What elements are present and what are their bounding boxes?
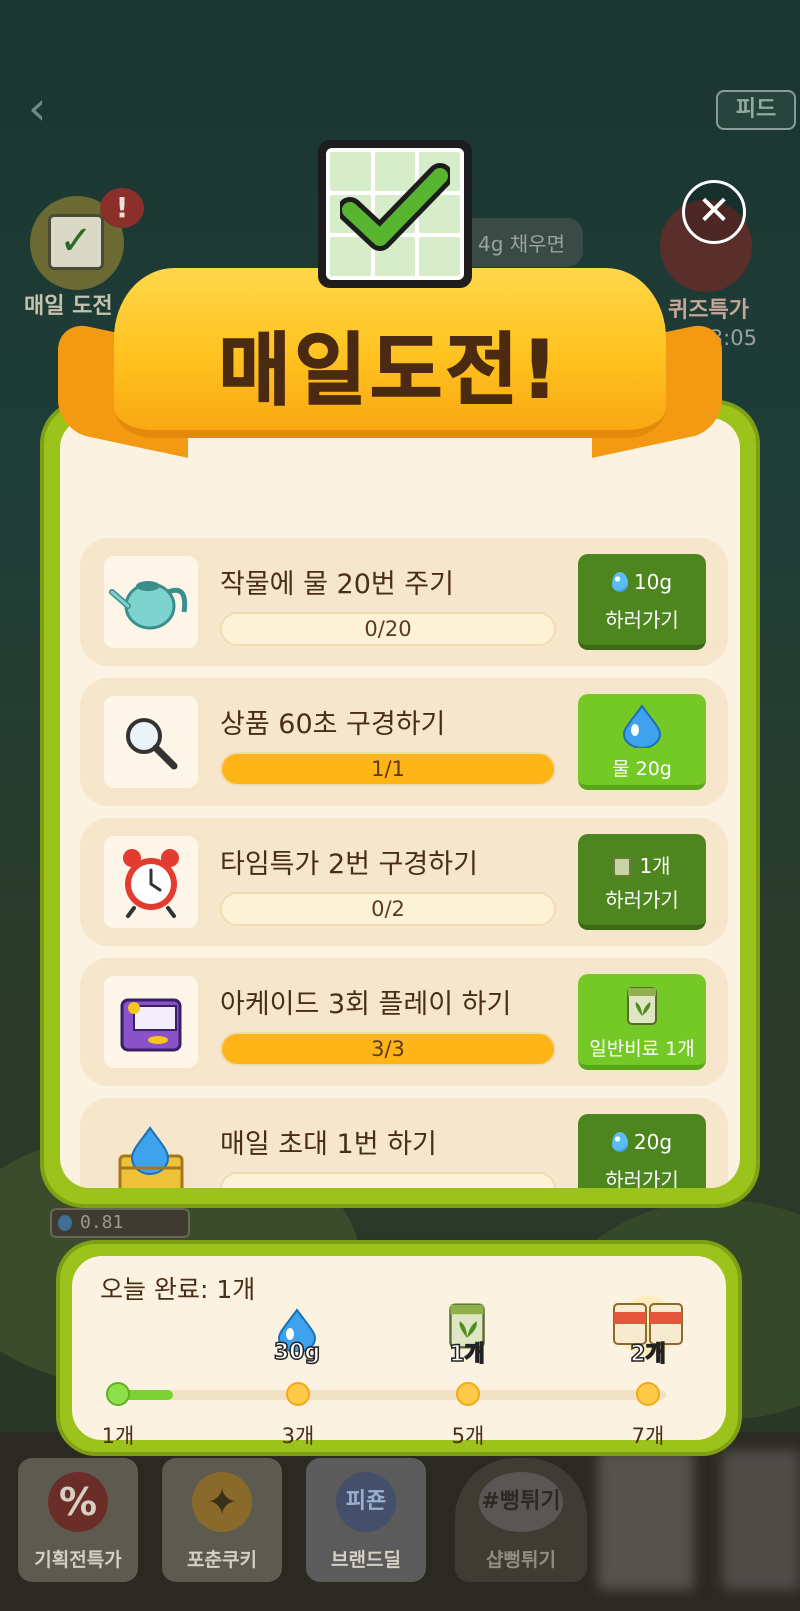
task-progress-bar — [220, 1172, 556, 1188]
tab-label: 브랜드딜 — [331, 1549, 401, 1571]
water-drop-icon — [622, 704, 662, 748]
tab-label: 포춘쿠키 — [187, 1549, 257, 1571]
daily-progress-panel: 오늘 완료: 1개 30g 1개 2개 1개 3개 5개 7개 — [56, 1240, 742, 1456]
fertilizer-bag-icon — [613, 857, 632, 877]
task-progress-bar: 0/2 — [220, 892, 556, 926]
task-title: 매일 초대 1번 하기 — [220, 1129, 437, 1160]
check-mark-icon — [340, 163, 450, 251]
brand-logo-icon: 피죤 — [336, 1472, 396, 1532]
milestone-node — [286, 1382, 310, 1406]
task-row: 아케이드 3회 플레이 하기 3/3 일반비료 1개 — [80, 958, 728, 1086]
go-button[interactable]: 1개 하러가기 — [578, 834, 706, 930]
tab-fortune-cookie[interactable]: ✦ 포춘쿠키 — [162, 1458, 282, 1582]
progress-text: 0/2 — [371, 897, 405, 921]
progress-text: 1/1 — [371, 757, 405, 781]
progress-track — [118, 1390, 666, 1400]
milestone-reward: 1개 — [448, 1341, 485, 1368]
tab-brand-deal[interactable]: 피죤 브랜드딜 — [306, 1458, 426, 1582]
premium-fertilizer-reward-icon: 2개 — [598, 1296, 698, 1372]
task-title: 작물에 물 20번 주기 — [220, 569, 454, 600]
tab-special-exhibition[interactable]: % 기획전특가 — [18, 1458, 138, 1582]
popping-logo-icon: #뻥튀기 — [479, 1472, 563, 1532]
task-title: 상품 60초 구경하기 — [220, 709, 446, 740]
task-row: 작물에 물 20번 주기 0/20 10g 하러가기 — [80, 538, 728, 666]
task-title: 타임특가 2번 구경하기 — [220, 849, 478, 880]
task-progress-bar: 0/20 — [220, 612, 556, 646]
reward-label: 물 20g — [612, 758, 672, 780]
reward-amount-text: 1개 — [639, 854, 671, 878]
modal-title: 매일도전! — [218, 325, 562, 417]
fertilizer-bag-icon — [627, 987, 657, 1025]
task-title: 아케이드 3회 플레이 하기 — [220, 989, 512, 1020]
progress-text: 3/3 — [371, 1037, 405, 1061]
water-balance: 0.81 — [50, 1208, 190, 1238]
task-row: 매일 초대 1번 하기 20g 하러가기 — [80, 1098, 728, 1188]
claim-reward-button[interactable]: 물 20g — [578, 694, 706, 790]
reward-amount: 1개 — [578, 850, 706, 879]
milestone-label: 7개 — [631, 1424, 665, 1448]
blurred-tab — [722, 1450, 800, 1590]
banner-body: 매일도전! — [114, 268, 666, 438]
completed-count: 오늘 완료: 1개 — [100, 1275, 256, 1304]
milestone-label: 5개 — [451, 1424, 485, 1448]
blurred-tab — [598, 1450, 694, 1590]
watering-can-icon — [104, 556, 198, 648]
panel-content: 작물에 물 20번 주기 0/20 10g 하러가기 상품 60초 구경하기 1… — [60, 418, 740, 1188]
back-arrow-icon[interactable]: ‹ — [28, 85, 58, 131]
arcade-machine-icon — [104, 976, 198, 1068]
task-row: 상품 60초 구경하기 1/1 물 20g — [80, 678, 728, 806]
milestone-node — [106, 1382, 130, 1406]
reward-label: 일반비료 1개 — [589, 1038, 695, 1060]
alert-badge-icon: ! — [100, 188, 144, 228]
percent-icon: % — [48, 1472, 108, 1532]
claim-reward-button[interactable]: 일반비료 1개 — [578, 974, 706, 1070]
treasure-chest-icon — [104, 1116, 198, 1188]
water-drop-icon — [611, 572, 628, 592]
reward-amount-text: 10g — [633, 570, 673, 594]
title-banner: 매일도전! — [58, 254, 722, 484]
alarm-clock-icon — [104, 836, 198, 928]
daily-progress-content: 오늘 완료: 1개 30g 1개 2개 1개 3개 5개 7개 — [72, 1256, 726, 1448]
reward-amount: 20g — [578, 1130, 706, 1154]
tab-label: 기획전특가 — [34, 1549, 122, 1571]
checklist-board-icon — [318, 140, 472, 288]
task-progress-bar: 3/3 — [220, 1032, 556, 1066]
task-list[interactable]: 작물에 물 20번 주기 0/20 10g 하러가기 상품 60초 구경하기 1… — [60, 534, 740, 1188]
task-row: 타임특가 2번 구경하기 0/2 1개 하러가기 — [80, 818, 728, 946]
go-button-label: 하러가기 — [605, 608, 679, 632]
go-button-label: 하러가기 — [605, 1168, 679, 1188]
milestone-reward: 2개 — [629, 1341, 666, 1368]
milestone-node — [456, 1382, 480, 1406]
progress-text: 0/20 — [364, 617, 412, 641]
water-drop-reward-icon: 30g — [272, 1308, 322, 1368]
reward-amount: 10g — [578, 570, 706, 594]
reward-amount-text: 20g — [633, 1130, 673, 1154]
water-drop-icon — [611, 1132, 628, 1152]
tab-label: 샵뻥튀기 — [486, 1549, 556, 1571]
feed-button[interactable]: 피드 — [716, 90, 796, 130]
fertilizer-reward-icon: 1개 — [442, 1300, 492, 1370]
milestone-reward: 30g — [273, 1339, 321, 1366]
milestone-label: 3개 — [281, 1424, 315, 1448]
tab-shop-popping[interactable]: #뻥튀기 샵뻥튀기 — [455, 1458, 587, 1582]
cookie-icon: ✦ — [192, 1472, 252, 1532]
milestone-label: 1개 — [101, 1424, 135, 1448]
go-button[interactable]: 20g 하러가기 — [578, 1114, 706, 1188]
close-button[interactable]: ✕ — [682, 180, 746, 244]
go-button[interactable]: 10g 하러가기 — [578, 554, 706, 650]
daily-challenge-panel: 작물에 물 20번 주기 0/20 10g 하러가기 상품 60초 구경하기 1… — [40, 400, 760, 1208]
magnifier-icon — [104, 696, 198, 788]
task-progress-bar: 1/1 — [220, 752, 556, 786]
go-button-label: 하러가기 — [605, 888, 679, 912]
milestone-node — [636, 1382, 660, 1406]
